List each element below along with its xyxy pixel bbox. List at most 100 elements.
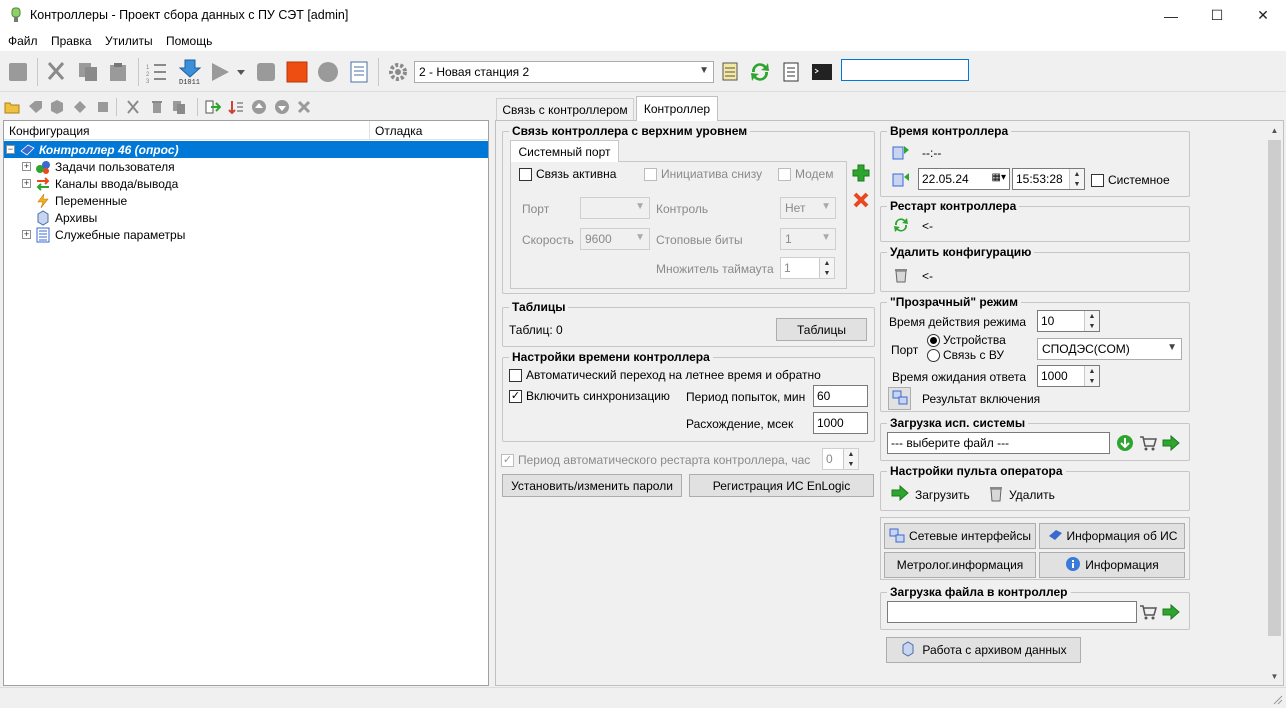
download-icon[interactable] bbox=[1116, 434, 1134, 452]
send-arrow-icon[interactable] bbox=[1162, 603, 1180, 621]
scroll-down-icon[interactable]: ▼ bbox=[1266, 668, 1283, 685]
archive-button[interactable]: Работа с архивом данных bbox=[886, 637, 1081, 663]
add-icon[interactable] bbox=[852, 164, 870, 182]
transparent-port-select[interactable]: СПОДЭС(COM) ▼ bbox=[1037, 338, 1182, 360]
diff-input[interactable]: 1000 bbox=[813, 412, 868, 434]
scroll-up-icon[interactable]: ▲ bbox=[1266, 122, 1283, 139]
trash-icon[interactable] bbox=[892, 266, 910, 284]
config-tree[interactable]: Конфигурация Отладка − Контроллер 46 (оп… bbox=[3, 120, 489, 686]
hexagon-icon[interactable] bbox=[48, 98, 65, 115]
spinner-arrows-icon[interactable]: ▲ ▼ bbox=[1084, 311, 1099, 331]
spinner-arrows-icon[interactable]: ▲ ▼ bbox=[819, 258, 834, 278]
information-button[interactable]: Информация bbox=[1039, 552, 1185, 578]
close-button[interactable]: ✕ bbox=[1240, 0, 1286, 31]
delete-small-icon[interactable] bbox=[148, 98, 165, 115]
modem-checkbox[interactable]: Модем bbox=[778, 167, 833, 181]
send-arrow-icon[interactable] bbox=[1162, 434, 1180, 452]
document-icon[interactable] bbox=[347, 60, 371, 84]
plug-icon[interactable] bbox=[94, 98, 111, 115]
vertical-scrollbar[interactable]: ▲ ▼ bbox=[1266, 122, 1283, 685]
cut-small-icon[interactable] bbox=[124, 98, 141, 115]
move-down-icon[interactable] bbox=[273, 98, 290, 115]
tab-controller[interactable]: Контроллер bbox=[636, 96, 718, 121]
speed-select[interactable]: 9600 ▼ bbox=[580, 228, 650, 250]
cut-icon[interactable] bbox=[44, 60, 68, 84]
enable-transparent-button[interactable] bbox=[888, 387, 911, 410]
sync-checkbox[interactable]: ✓ Включить синхронизацию bbox=[509, 389, 670, 403]
fileload-input[interactable] bbox=[887, 601, 1137, 623]
metrology-button[interactable]: Метролог.информация bbox=[884, 552, 1036, 578]
radio-devices[interactable]: Устройства bbox=[927, 333, 1006, 347]
stopbits-select[interactable]: 1 ▼ bbox=[780, 228, 836, 250]
dst-checkbox[interactable]: Автоматический переход на летнее время и… bbox=[509, 368, 821, 382]
expand-icon[interactable]: + bbox=[22, 230, 31, 239]
wait-spinner[interactable]: 1000 ▲ ▼ bbox=[1037, 365, 1100, 387]
port-select[interactable]: ▼ bbox=[580, 197, 650, 219]
scroll-thumb[interactable] bbox=[1268, 140, 1281, 636]
menu-edit[interactable]: Правка bbox=[51, 34, 92, 48]
menu-file[interactable]: Файл bbox=[8, 34, 38, 48]
tree-item-variables[interactable]: Переменные bbox=[35, 192, 127, 209]
list-icon[interactable] bbox=[779, 60, 803, 84]
tree-item-archives[interactable]: Архивы bbox=[35, 209, 97, 226]
station-select[interactable]: 2 - Новая станция 2 ▼ bbox=[414, 61, 714, 83]
restart-period-checkbox[interactable]: ✓ Период автоматического рестарта контрол… bbox=[501, 453, 810, 467]
download-binary-icon[interactable]: D1011 bbox=[176, 59, 204, 85]
search-input[interactable] bbox=[841, 59, 969, 81]
set-time-icon[interactable] bbox=[892, 170, 910, 188]
sort-icon[interactable] bbox=[227, 98, 244, 115]
notes-icon[interactable] bbox=[719, 60, 743, 84]
read-time-icon[interactable] bbox=[892, 143, 910, 161]
time-spinner[interactable]: 15:53:28 ▲ ▼ bbox=[1012, 168, 1085, 190]
resize-grip-icon[interactable] bbox=[1273, 694, 1283, 705]
terminal-icon[interactable] bbox=[810, 60, 834, 84]
save-icon[interactable] bbox=[6, 60, 30, 84]
link-active-checkbox[interactable]: Связь активна bbox=[519, 167, 616, 181]
minimize-button[interactable]: — bbox=[1148, 0, 1194, 31]
period-input[interactable]: 60 bbox=[813, 385, 868, 407]
passwords-button[interactable]: Установить/изменить пароли bbox=[502, 474, 682, 497]
collapse-icon[interactable]: − bbox=[6, 145, 15, 154]
stop-icon[interactable] bbox=[285, 60, 309, 84]
tree-item-tasks[interactable]: + Задачи пользователя bbox=[22, 158, 175, 175]
spinner-arrows-icon[interactable]: ▲ ▼ bbox=[1069, 169, 1084, 189]
restart-icon[interactable] bbox=[892, 216, 910, 234]
menu-utilities[interactable]: Утилиты bbox=[105, 34, 153, 48]
network-interfaces-button[interactable]: Сетевые интерфейсы bbox=[884, 523, 1036, 549]
expand-icon[interactable]: + bbox=[22, 162, 31, 171]
system-time-checkbox[interactable]: Системное bbox=[1091, 173, 1170, 187]
registration-button[interactable]: Регистрация ИС EnLogic bbox=[689, 474, 874, 497]
timeout-spinner[interactable]: 1 ▲ ▼ bbox=[780, 257, 835, 279]
panel-delete-button[interactable]: Удалить bbox=[988, 484, 1055, 505]
paste-icon[interactable] bbox=[106, 60, 130, 84]
delete-icon[interactable] bbox=[852, 191, 870, 209]
maximize-button[interactable]: ☐ bbox=[1194, 0, 1240, 31]
tab-system-port[interactable]: Системный порт bbox=[510, 140, 619, 162]
restart-period-spinner[interactable]: 0 ▲ ▼ bbox=[822, 448, 859, 470]
tree-item-service-params[interactable]: + Служебные параметры bbox=[22, 226, 185, 243]
calendar-icon[interactable]: ▦▾ bbox=[992, 172, 1006, 183]
import-icon[interactable] bbox=[204, 98, 221, 115]
move-up-icon[interactable] bbox=[250, 98, 267, 115]
column-debug[interactable]: Отладка bbox=[375, 124, 422, 138]
sysload-file-input[interactable]: --- выберите файл --- bbox=[887, 432, 1110, 454]
column-config[interactable]: Конфигурация bbox=[9, 124, 90, 138]
run-icon[interactable] bbox=[208, 60, 232, 84]
tag2-icon[interactable] bbox=[71, 98, 88, 115]
tables-button[interactable]: Таблицы bbox=[776, 318, 867, 341]
folder-icon[interactable] bbox=[3, 98, 20, 115]
numbered-list-icon[interactable]: 123 bbox=[145, 60, 169, 84]
spinner-arrows-icon[interactable]: ▲ ▼ bbox=[1084, 366, 1099, 386]
control-select[interactable]: Нет ▼ bbox=[780, 197, 836, 219]
refresh-icon[interactable] bbox=[748, 60, 772, 84]
initiative-checkbox[interactable]: Инициатива снизу bbox=[644, 167, 762, 181]
record-icon[interactable] bbox=[316, 60, 340, 84]
cart-icon[interactable] bbox=[1139, 434, 1157, 452]
gear-icon[interactable] bbox=[386, 60, 410, 84]
tree-root[interactable]: − Контроллер 46 (опрос) bbox=[6, 141, 179, 158]
pause-icon[interactable] bbox=[254, 60, 278, 84]
date-picker[interactable]: 22.05.24 ▦▾ bbox=[918, 168, 1010, 190]
menu-help[interactable]: Помощь bbox=[166, 34, 212, 48]
expand-icon[interactable]: + bbox=[22, 179, 31, 188]
remove-icon[interactable] bbox=[295, 98, 312, 115]
